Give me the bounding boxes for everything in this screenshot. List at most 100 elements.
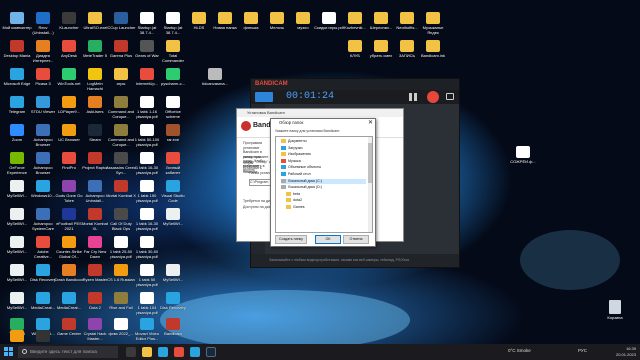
- close-icon[interactable]: ✕: [368, 119, 373, 127]
- desktop-icon-image: [36, 318, 50, 330]
- screenshot-icon[interactable]: [446, 93, 454, 100]
- desktop-icon-image: [426, 40, 440, 52]
- tree-item[interactable]: Документы: [281, 139, 366, 144]
- folder-tree[interactable]: Документы Загрузки Изображения Музыка Объемн…: [275, 136, 373, 233]
- tree-item-label: Локальный диск (D:): [288, 185, 323, 190]
- desktop-icon-image: [88, 40, 102, 52]
- language-indicator[interactable]: РУС: [578, 348, 587, 353]
- desktop-icon-image: [166, 264, 180, 276]
- desktop-icon-image: [10, 68, 24, 80]
- tree-item[interactable]: Локальный диск (C:): [281, 178, 366, 184]
- ok-button[interactable]: ОК: [315, 235, 341, 244]
- desktop-icon[interactable]: Bandicam: [158, 318, 188, 336]
- tree-item[interactable]: Музыка: [281, 159, 366, 164]
- clock[interactable]: 16:39 20.01.2023: [616, 346, 636, 357]
- desktop-icon-image: [62, 96, 76, 108]
- desktop-icon-image: [374, 12, 388, 24]
- tree-item[interactable]: Загрузки: [281, 146, 366, 151]
- desktop-icon[interactable]: Visual Studio Code: [158, 180, 188, 203]
- windows-logo-icon: [9, 352, 13, 356]
- recycle-bin-icon: [609, 300, 621, 314]
- desktop-icon[interactable]: Личный кабинет: [158, 152, 188, 175]
- desktop-icon[interactable]: Total Commander: [158, 40, 188, 63]
- tree-item-label: Объемные объекты: [288, 165, 322, 170]
- desktop-icon-image: [62, 318, 76, 330]
- bandicam-logo-icon: [241, 121, 251, 131]
- task-view-icon[interactable]: [126, 347, 136, 357]
- desktop-icon-label: Личный кабинет: [165, 165, 181, 175]
- desktop-icon-image: [62, 208, 76, 220]
- windows-logo-icon: [4, 352, 8, 356]
- desktop-icon[interactable]: Disk Recovery: [158, 292, 188, 310]
- steam-taskbar-icon[interactable]: [206, 347, 216, 357]
- desktop-icon-image: [516, 146, 530, 158]
- desktop-icon-image: [10, 208, 24, 220]
- recycle-bin[interactable]: Корзина: [600, 300, 630, 320]
- desktop-icon-image: [208, 68, 222, 80]
- desktop-icon-image: [140, 292, 154, 304]
- tree-item[interactable]: Изображения: [281, 152, 366, 157]
- desktop-icon-image: [140, 180, 154, 192]
- desktop-icon[interactable]: Музыкальн Яндек: [418, 12, 448, 35]
- pause-icon[interactable]: [409, 93, 412, 101]
- desktop-icon-image: [140, 236, 154, 248]
- bandicam-footer: Записывайте с любым видеоустройствами, т…: [251, 254, 459, 267]
- desktop-icon[interactable]: СОЖРЁИ.ф...: [508, 146, 538, 164]
- desktop-icon-label: pyscharm-c...: [160, 81, 185, 86]
- desktop-icon-label: Total Commander: [161, 53, 184, 63]
- tree-item-label: Локальный диск (C:): [288, 178, 323, 183]
- desktop-icon-image: [62, 124, 76, 136]
- browse-folder-dialog[interactable]: Обзор папок ✕ Укажите папку для установк…: [270, 118, 376, 247]
- start-button[interactable]: [4, 347, 14, 357]
- desktop-icon-image: [114, 318, 128, 330]
- weather-widget[interactable]: 0°C Smoke: [508, 348, 531, 353]
- tree-item-label: beta: [293, 191, 300, 196]
- telegram-taskbar-icon[interactable]: [190, 347, 200, 357]
- tree-item[interactable]: Объемные объекты: [281, 165, 366, 170]
- desktop-icon[interactable]: MySellWI...: [158, 264, 188, 282]
- cancel-button[interactable]: Отмена: [343, 235, 369, 244]
- tree-item[interactable]: Локальный диск (D:): [281, 185, 366, 190]
- desktop-icon-label: СОЖРЁИ.ф...: [510, 159, 536, 164]
- new-folder-button[interactable]: Создать папку: [275, 235, 307, 244]
- desktop-icon-image: [114, 68, 128, 80]
- desktop-icon-image: [348, 12, 362, 24]
- desktop-icon-image: [10, 12, 24, 24]
- desktop-icon-image: [166, 180, 180, 192]
- desktop-icon-image: [36, 292, 50, 304]
- desktop-icon-image: [10, 318, 24, 330]
- tree-item[interactable]: Рабочий стол: [281, 172, 366, 177]
- desktop-icon[interactable]: Bandicam.lnk: [418, 40, 448, 58]
- tree-item[interactable]: beta: [286, 192, 366, 197]
- desktop-icon-image: [114, 236, 128, 248]
- tree-scrollbar[interactable]: [368, 137, 372, 232]
- desktop-icon[interactable]: 1 tabk 30-50 pisaniya.pdf: [132, 236, 162, 259]
- edge-icon[interactable]: [158, 347, 168, 357]
- tree-item[interactable]: dota2: [286, 198, 366, 203]
- desktop-icon-image: [10, 152, 24, 164]
- desktop-icon-image: [140, 96, 154, 108]
- desktop-icon[interactable]: OBS Studio: [28, 330, 58, 344]
- taskbar-search[interactable]: Введите здесь текст для поиска: [18, 346, 118, 358]
- record-button[interactable]: [427, 91, 439, 103]
- explorer-icon[interactable]: [142, 347, 152, 357]
- desktop-icon[interactable]: tidcanvasma...: [200, 68, 230, 86]
- desktop-icon-image: [10, 180, 24, 192]
- desktop-icon-image: [166, 292, 180, 304]
- desktop-icon-image: [166, 40, 180, 52]
- desktop-icon-label: Visual Studio Code: [161, 193, 185, 203]
- folder-icon: [281, 185, 286, 190]
- screen-mode-button[interactable]: [255, 92, 273, 102]
- bandicam-taskbar-icon[interactable]: [174, 347, 184, 357]
- tree-item[interactable]: Games: [286, 205, 366, 210]
- folder-icon: [281, 178, 286, 183]
- desktop-icon-image: [88, 68, 102, 80]
- desktop-icon[interactable]: rar.exe: [158, 124, 188, 142]
- desktop-icon[interactable]: OfficeIce scheme: [158, 96, 188, 119]
- desktop-icon[interactable]: pyscharm-c...: [158, 68, 188, 86]
- desktop-icon[interactable]: MySellWI...: [158, 208, 188, 226]
- desktop-icon-image: [36, 124, 50, 136]
- scrollbar-thumb[interactable]: [368, 143, 372, 183]
- desktop-icon-image: [10, 292, 24, 304]
- desktop-icon-image: [36, 40, 50, 52]
